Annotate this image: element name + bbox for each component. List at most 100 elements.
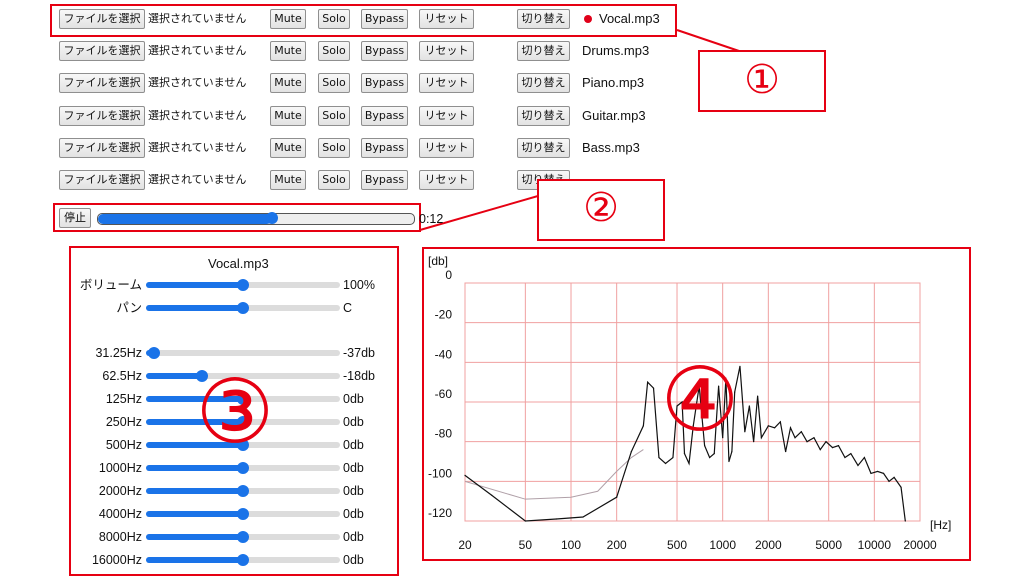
volume-value: 100%	[343, 278, 375, 292]
eq-band-slider[interactable]	[146, 508, 340, 520]
eq-band-slider[interactable]	[146, 531, 340, 543]
eq-band-label: 31.25Hz	[95, 346, 142, 360]
eq-band-label: 250Hz	[105, 415, 142, 429]
eq-band-slider-thumb[interactable]	[237, 554, 249, 566]
eq-band-label: 2000Hz	[98, 484, 142, 498]
pan-slider-thumb[interactable]	[237, 302, 249, 314]
spectrum-point	[789, 427, 792, 429]
spectrum-point	[779, 421, 781, 423]
x-axis-label: [Hz]	[930, 518, 951, 532]
x-tick-label: 20000	[903, 538, 937, 552]
callout-number-1: ①	[744, 57, 780, 103]
eq-band-slider-thumb[interactable]	[147, 347, 160, 359]
y-tick-label: -120	[428, 506, 452, 520]
eq-band-label: 62.5Hz	[102, 369, 142, 383]
spectrum-point	[709, 456, 711, 459]
volume-label: ボリューム	[79, 278, 142, 292]
eq-band-value: 0db	[343, 507, 364, 521]
spectrum-point	[785, 450, 787, 453]
eq-band-slider-thumb[interactable]	[237, 462, 249, 474]
mixer-title: Vocal.mp3	[208, 256, 269, 271]
spectrum-point	[630, 450, 632, 453]
spectrum-point	[893, 476, 895, 478]
x-tick-label: 5000	[815, 538, 842, 552]
spectrum-point	[688, 462, 690, 465]
x-tick-label: 200	[607, 538, 627, 552]
pan-value: C	[343, 301, 353, 315]
seek-bar[interactable]	[97, 212, 415, 225]
spectrum-point	[794, 437, 796, 439]
spectrum-point	[728, 460, 730, 463]
spectrum-point	[844, 456, 846, 459]
eq-band-slider[interactable]	[146, 347, 340, 359]
spectrum-point	[806, 441, 808, 443]
spectrum-point	[647, 381, 649, 383]
spectrum-point	[757, 395, 759, 397]
eq-band-value: 0db	[343, 461, 364, 475]
callout-number-2: ②	[583, 185, 619, 231]
callout-number-3: ③	[195, 360, 275, 463]
seek-bar-fill	[98, 214, 272, 224]
eq-band-slider-thumb[interactable]	[237, 485, 249, 497]
spectrum-point	[831, 447, 834, 449]
eq-band-value: 0db	[343, 553, 364, 567]
spectrum-point	[825, 441, 827, 443]
y-tick-label: -80	[435, 427, 453, 441]
eq-band-slider-thumb[interactable]	[237, 531, 249, 543]
eq-band-label: 125Hz	[105, 392, 142, 406]
stop-button[interactable]: 停止	[59, 208, 91, 228]
eq-band-value: -18db	[343, 369, 375, 383]
eq-band-value: 0db	[343, 392, 364, 406]
spectrum-point	[731, 450, 733, 453]
pan-slider[interactable]	[146, 302, 340, 314]
volume-slider-thumb[interactable]	[237, 279, 249, 291]
eq-band-value: 0db	[343, 484, 364, 498]
eq-band-slider[interactable]	[146, 462, 340, 474]
spectrum-point	[882, 472, 885, 474]
spectrum-point	[555, 518, 557, 520]
spectrum-point	[863, 456, 866, 459]
volume-slider[interactable]	[146, 279, 340, 291]
eq-band-value: 0db	[343, 415, 364, 429]
eq-band-slider[interactable]	[146, 485, 340, 497]
eq-band-slider-fill	[146, 511, 243, 517]
spectrum-point	[582, 516, 584, 518]
spectrum-point	[753, 441, 755, 443]
eq-band-slider-fill	[146, 488, 243, 494]
y-tick-label: -100	[428, 466, 452, 480]
eq-band-label: 1000Hz	[98, 461, 142, 475]
spectrum-point	[876, 470, 879, 473]
spectrum-point	[683, 452, 686, 455]
spectrum-point	[760, 437, 762, 439]
eq-band-value: 0db	[343, 530, 364, 544]
seek-bar-thumb[interactable]	[265, 212, 278, 224]
spectrum-point	[767, 425, 769, 427]
spectrum-point	[800, 431, 802, 433]
eq-band-slider-fill	[146, 557, 243, 563]
spectrum-point	[813, 437, 815, 439]
eq-band-slider[interactable]	[146, 554, 340, 566]
callout-connector-1	[676, 29, 743, 53]
x-tick-label: 10000	[858, 538, 892, 552]
pan-label: パン	[116, 301, 142, 315]
spectrum-point	[524, 520, 526, 522]
spectrum-point	[491, 494, 493, 496]
y-tick-label: -60	[435, 387, 453, 401]
x-tick-label: 20	[458, 538, 472, 552]
eq-band-slider-thumb[interactable]	[237, 508, 249, 520]
eq-band-label: 8000Hz	[98, 530, 142, 544]
time-display: 0:12	[419, 212, 444, 226]
spectrum-point	[713, 452, 715, 455]
spectrum-point	[774, 427, 776, 429]
x-tick-label: 50	[519, 538, 533, 552]
eq-band-label: 16000Hz	[91, 553, 142, 567]
x-tick-label: 1000	[709, 538, 736, 552]
eq-band-label: 500Hz	[105, 438, 142, 452]
y-tick-label: -40	[435, 347, 453, 361]
spectrum-point	[658, 456, 660, 459]
spectrum-point	[857, 464, 859, 467]
spectrum-point	[616, 496, 618, 498]
x-tick-label: 500	[667, 538, 687, 552]
spectrum-point	[664, 462, 667, 465]
y-axis-label: [db]	[428, 254, 448, 268]
